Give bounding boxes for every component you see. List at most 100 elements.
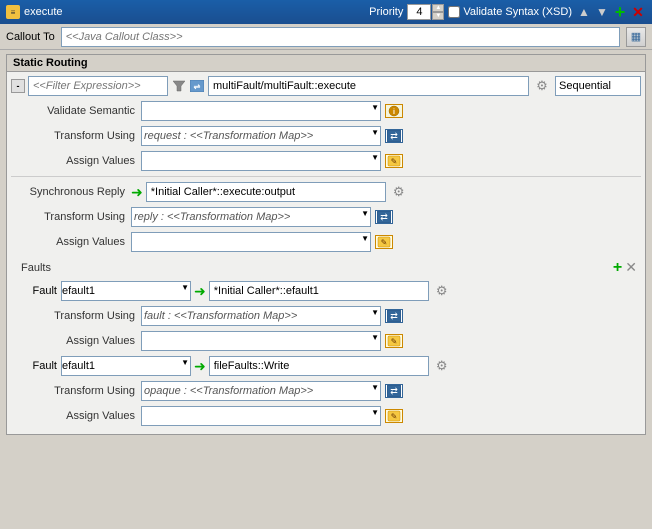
transform-reply-icon-btn[interactable]: ⇄ [374, 207, 394, 227]
filter-row: - ⇌ ⚙ [11, 76, 641, 96]
transform-1-icon-btn[interactable]: ⇄ [384, 126, 404, 146]
fault-2-gear-icon: ⚙ [436, 358, 448, 374]
add-btn[interactable]: + [612, 4, 628, 20]
fault-2-transform-select[interactable]: opaque : <<Transformation Map>> [141, 381, 381, 401]
fault-2-select-wrap: efault1 [61, 356, 191, 376]
fault-2-transform-select-wrap: opaque : <<Transformation Map>> [141, 381, 381, 401]
fault-1-assign-row: Assign Values ✎ [21, 330, 641, 352]
fault-2-assign-icon-btn[interactable]: ✎ [384, 406, 404, 426]
sync-reply-input[interactable] [146, 182, 386, 202]
priority-up-btn[interactable]: ▲ [432, 4, 444, 12]
callout-action-btn[interactable]: ▦ [626, 27, 646, 47]
app-icon: ≡ [6, 5, 20, 19]
svg-text:i: i [393, 109, 395, 116]
validate-semantic-icon-btn[interactable]: i [384, 101, 404, 121]
assign-reply-select[interactable] [131, 232, 371, 252]
priority-section: Priority ▲ ▼ [369, 4, 444, 20]
fault-2-transform-icon-btn[interactable]: ⇄ [384, 381, 404, 401]
fault-2-select[interactable]: efault1 [61, 356, 191, 376]
svg-text:⇄: ⇄ [390, 131, 398, 141]
priority-input[interactable] [407, 4, 431, 20]
filter-icon[interactable] [171, 78, 187, 94]
assign-values-1-select[interactable] [141, 151, 381, 171]
transform-1-select-wrap: request : <<Transformation Map>> [141, 126, 381, 146]
route-target-input[interactable] [208, 76, 529, 96]
callout-input[interactable] [61, 27, 620, 47]
form-rows-1: Validate Semantic i Tr [11, 100, 641, 172]
fault-2-form-rows: Transform Using opaque : <<Transformatio… [11, 380, 641, 427]
fault-1-transform-label: Transform Using [21, 310, 141, 322]
validate-semantic-label: Validate Semantic [21, 105, 141, 117]
reply-section: Synchronous Reply ➜ ⚙ Transform Using re… [11, 181, 641, 253]
validate-syntax-section: Validate Syntax (XSD) [448, 6, 572, 18]
fault-1-transform-icon-btn[interactable]: ⇄ [384, 306, 404, 326]
panel-content: - ⇌ ⚙ [7, 72, 645, 434]
fault-1-form-rows: Transform Using fault : <<Transformation… [11, 305, 641, 352]
move-up-btn[interactable]: ▲ [576, 4, 592, 20]
fault-1-transform-select[interactable]: fault : <<Transformation Map>> [141, 306, 381, 326]
collapse-btn[interactable]: - [11, 79, 25, 93]
fault-1-assign-icon-btn[interactable]: ✎ [384, 331, 404, 351]
assign-reply-label: Assign Values [11, 236, 131, 248]
divider-1 [11, 176, 641, 177]
sync-reply-label: Synchronous Reply [11, 186, 131, 198]
sequential-select[interactable]: Sequential Round Robin [555, 76, 641, 96]
title-bar: ≡ execute Priority ▲ ▼ Validate Syntax (… [0, 0, 652, 24]
transform-using-1-select[interactable]: request : <<Transformation Map>> [141, 126, 381, 146]
assign-values-1-row: Assign Values ✎ [21, 150, 641, 172]
faults-delete-btn[interactable]: ✕ [625, 259, 637, 277]
fault-1-row: Fault efault1 ➜ ⚙ [11, 280, 641, 302]
fault-1-label: Fault [11, 285, 61, 297]
validate-semantic-select[interactable] [141, 101, 381, 121]
delete-btn[interactable]: ✕ [630, 4, 646, 20]
callout-row: Callout To ▦ [0, 24, 652, 50]
transform-reply-select-wrap: reply : <<Transformation Map>> [131, 207, 371, 227]
fault-1-assign-select[interactable] [141, 331, 381, 351]
assign-reply-icon-btn[interactable]: ✎ [374, 232, 394, 252]
transform-reply-row: Transform Using reply : <<Transformation… [11, 206, 641, 228]
validate-syntax-checkbox[interactable] [448, 6, 460, 18]
fault-1-transform-select-wrap: fault : <<Transformation Map>> [141, 306, 381, 326]
callout-label: Callout To [6, 31, 55, 43]
fault-1-target-input[interactable] [209, 281, 429, 301]
transform-reply-label: Transform Using [11, 211, 131, 223]
svg-text:✎: ✎ [391, 157, 398, 166]
validate-semantic-select-wrap [141, 101, 381, 121]
validate-syntax-label: Validate Syntax (XSD) [463, 6, 572, 18]
fault-2-assign-label: Assign Values [21, 410, 141, 422]
fault-2-arrow-icon: ➜ [194, 358, 206, 375]
svg-text:⇄: ⇄ [390, 386, 398, 396]
assign-reply-select-wrap [131, 232, 371, 252]
assign-1-icon-btn[interactable]: ✎ [384, 151, 404, 171]
fault-2-target-input[interactable] [209, 356, 429, 376]
fault-1-gear-btn[interactable]: ⚙ [432, 281, 452, 301]
gear-icon: ⚙ [536, 78, 548, 94]
assign-reply-row: Assign Values ✎ [11, 231, 641, 253]
move-down-btn[interactable]: ▼ [594, 4, 610, 20]
fault-2-assign-select[interactable] [141, 406, 381, 426]
fault-1-select-wrap: efault1 [61, 281, 191, 301]
priority-spinner: ▲ ▼ [432, 4, 444, 20]
fault-2-label: Fault [11, 360, 61, 372]
priority-label: Priority [369, 6, 403, 18]
sync-reply-arrow-icon: ➜ [131, 184, 143, 201]
fault-1-transform-row: Transform Using fault : <<Transformation… [21, 305, 641, 327]
faults-actions: + ✕ [613, 259, 637, 277]
fault-1-select[interactable]: efault1 [61, 281, 191, 301]
transform-reply-select[interactable]: reply : <<Transformation Map>> [131, 207, 371, 227]
route-gear-btn[interactable]: ⚙ [532, 76, 552, 96]
svg-text:⇄: ⇄ [380, 212, 388, 222]
swap-icon[interactable]: ⇌ [189, 78, 205, 94]
fault-2-assign-row: Assign Values ✎ [21, 405, 641, 427]
fault-2-transform-row: Transform Using opaque : <<Transformatio… [21, 380, 641, 402]
filter-input[interactable] [28, 76, 168, 96]
assign-values-1-label: Assign Values [21, 155, 141, 167]
faults-add-btn[interactable]: + [613, 259, 622, 277]
fault-2-transform-label: Transform Using [21, 385, 141, 397]
sync-reply-row: Synchronous Reply ➜ ⚙ [11, 181, 641, 203]
sync-reply-gear-btn[interactable]: ⚙ [389, 182, 409, 202]
priority-down-btn[interactable]: ▼ [432, 12, 444, 20]
fault-2-gear-btn[interactable]: ⚙ [432, 356, 452, 376]
fault-1-gear-icon: ⚙ [436, 283, 448, 299]
static-routing-panel: Static Routing - ⇌ [6, 54, 646, 435]
